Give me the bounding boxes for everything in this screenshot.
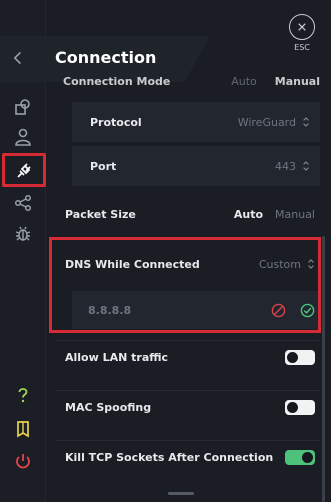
sidebar-item-share[interactable] — [0, 188, 46, 218]
sidebar-item-connection[interactable] — [2, 153, 46, 187]
chevron-updown-icon — [303, 117, 309, 127]
mac-spoofing-label: MAC Spoofing — [65, 400, 152, 414]
close-icon — [289, 14, 315, 40]
connection-plug-icon — [17, 163, 31, 178]
power-button[interactable] — [0, 446, 46, 476]
help-button[interactable] — [0, 380, 46, 410]
drag-handle[interactable] — [168, 492, 194, 495]
guide-button[interactable] — [0, 414, 46, 444]
protocol-value: WireGuard — [237, 115, 296, 129]
port-value: 443 — [275, 159, 296, 173]
back-button[interactable] — [8, 46, 28, 70]
sidebar-item-account[interactable] — [0, 122, 46, 152]
chevron-updown-icon — [303, 161, 309, 171]
packet-size-manual[interactable]: Manual — [275, 208, 315, 221]
bug-icon — [15, 226, 31, 241]
connection-mode-row: Connection Mode Auto Manual — [55, 74, 320, 88]
toggle-knob — [302, 451, 313, 463]
allow-lan-row: Allow LAN traffic — [55, 344, 320, 370]
share-icon — [14, 194, 32, 212]
chevron-left-icon — [13, 51, 21, 65]
toggle-knob — [287, 401, 298, 413]
divider — [55, 340, 320, 341]
guide-book-icon — [17, 421, 29, 438]
packet-size-auto[interactable]: Auto — [234, 208, 263, 221]
port-row[interactable]: Port 443 — [72, 146, 320, 186]
sidebar-item-debug[interactable] — [0, 219, 46, 249]
page-title: Connection — [55, 48, 157, 67]
mac-spoofing-toggle[interactable] — [285, 399, 315, 415]
power-icon — [16, 454, 30, 469]
kill-tcp-label: Kill TCP Sockets After Connection — [65, 450, 274, 464]
connection-mode-label: Connection Mode — [63, 74, 171, 88]
allow-lan-label: Allow LAN traffic — [65, 350, 169, 364]
protocol-row[interactable]: Protocol WireGuard — [72, 102, 320, 142]
esc-button[interactable]: ESC — [286, 14, 318, 52]
scrollbar[interactable] — [322, 236, 325, 502]
settings-shapes-icon — [15, 99, 30, 115]
header: Connection ESC — [0, 0, 331, 82]
connection-mode-manual[interactable]: Manual — [275, 75, 320, 88]
mac-spoofing-row: MAC Spoofing — [55, 394, 320, 420]
esc-label: ESC — [294, 43, 310, 52]
sidebar-item-preferences[interactable] — [0, 92, 46, 122]
divider — [55, 390, 320, 391]
kill-tcp-toggle[interactable] — [285, 449, 315, 465]
help-question-icon — [18, 388, 28, 403]
protocol-label: Protocol — [90, 115, 142, 129]
port-label: Port — [90, 159, 117, 173]
connection-mode-auto[interactable]: Auto — [231, 75, 257, 88]
allow-lan-toggle[interactable] — [285, 349, 315, 365]
packet-size-row: Packet Size Auto Manual — [55, 202, 320, 226]
packet-size-label: Packet Size — [65, 207, 136, 221]
toggle-knob — [287, 351, 298, 363]
divider — [55, 440, 320, 441]
dns-highlight-box — [49, 237, 321, 333]
kill-tcp-row: Kill TCP Sockets After Connection — [55, 444, 320, 470]
user-icon — [15, 128, 31, 146]
